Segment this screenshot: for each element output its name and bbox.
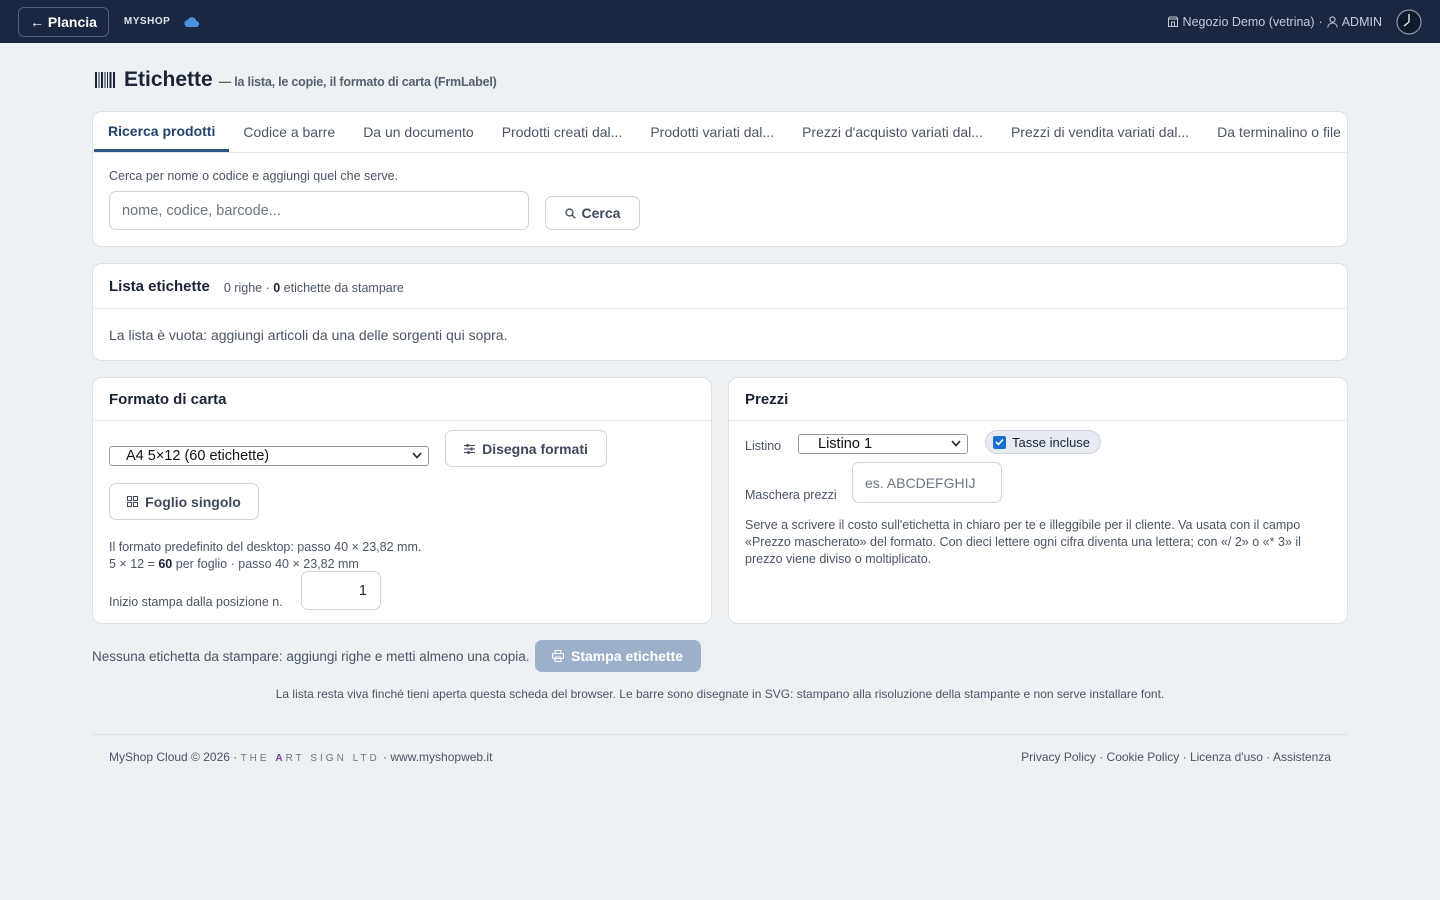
label-list-title: Lista etichette <box>109 277 210 295</box>
search-hint: Cerca per nome o codice e aggiungi quel … <box>109 169 399 183</box>
sliders-icon <box>464 443 476 454</box>
paper-format-header: Formato di carta <box>93 378 711 421</box>
barcode-icon <box>95 72 115 88</box>
page-subtitle: — la lista, le copie, il formato di cart… <box>218 75 497 89</box>
footer-links: Privacy Policy · Cookie Policy · Licenza… <box>1021 749 1331 764</box>
single-sheet-button[interactable]: Foglio singolo <box>109 483 259 520</box>
price-mask-input[interactable]: es. ABCDEFGHIJ <box>852 462 1002 503</box>
tab-prezzi-vendita-variati[interactable]: Prezzi di vendita variati dal... <box>997 112 1203 152</box>
tab-ricerca-prodotti[interactable]: Ricerca prodotti <box>94 112 230 152</box>
user-icon <box>1327 15 1338 28</box>
paper-format-select[interactable]: A4 5×12 (60 etichette) <box>109 446 429 466</box>
footer: MyShop Cloud © 2026 · THE ART SIGN LTD ·… <box>92 734 1348 778</box>
back-to-dashboard-button[interactable]: ← Plancia <box>18 6 109 37</box>
cloud-icon <box>184 16 200 28</box>
print-row: Nessuna etichetta da stampare: aggiungi … <box>92 640 701 672</box>
price-mask-label: Maschera prezzi <box>745 488 837 502</box>
paper-format-title: Formato di carta <box>109 390 227 408</box>
support-link[interactable]: Assistenza <box>1273 750 1331 764</box>
tab-prezzi-acquisto-variati[interactable]: Prezzi d'acquisto variati dal... <box>788 112 997 152</box>
product-search-card: Ricerca prodotti Codice a barre Da un do… <box>92 111 1348 247</box>
chevron-down-icon <box>412 452 422 459</box>
prices-card: Prezzi Listino Listino 1 Tasse incluse M… <box>728 377 1348 624</box>
listino-label: Listino <box>745 439 782 453</box>
tab-prodotti-creati[interactable]: Prodotti creati dal... <box>488 112 637 152</box>
grid-icon <box>127 496 139 507</box>
tab-codice-a-barre[interactable]: Codice a barre <box>229 112 349 152</box>
label-list-empty-message: La lista è vuota: aggiungi articoli da u… <box>109 327 508 343</box>
search-button-label: Cerca <box>581 205 621 221</box>
draw-formats-button[interactable]: Disegna formati <box>445 430 607 467</box>
user-name[interactable]: ADMIN <box>1342 15 1382 29</box>
search-input[interactable] <box>109 191 529 230</box>
info-note: La lista resta viva finché tieni aperta … <box>275 687 1165 701</box>
footer-site-link[interactable]: · www.myshopweb.it <box>380 750 492 764</box>
print-labels-button[interactable]: Stampa etichette <box>534 640 701 672</box>
paper-format-card: Formato di carta A4 5×12 (60 etichette) … <box>92 377 712 624</box>
tab-da-documento[interactable]: Da un documento <box>349 112 488 152</box>
footer-left: MyShop Cloud © 2026 · THE ART SIGN LTD ·… <box>109 749 493 764</box>
start-position-input[interactable]: 1 <box>301 571 381 610</box>
license-link[interactable]: Licenza d'uso <box>1190 750 1263 764</box>
clock-icon[interactable] <box>1396 8 1422 35</box>
search-icon <box>564 207 576 219</box>
start-position-label: Inizio stampa dalla posizione n. <box>109 595 283 609</box>
paper-format-description: Il formato predefinito del desktop: pass… <box>109 540 422 571</box>
taxes-included-toggle[interactable]: Tasse incluse <box>985 430 1102 454</box>
store-icon <box>1167 16 1179 28</box>
price-mask-description: Serve a scrivere il costo sull'etichetta… <box>745 518 1301 566</box>
source-tabs: Ricerca prodotti Codice a barre Da un do… <box>93 112 1347 153</box>
page-header: Etichette — la lista, le copie, il forma… <box>95 68 497 92</box>
tab-terminalino-file[interactable]: Da terminalino o file <box>1203 112 1355 152</box>
chevron-down-icon <box>951 440 961 447</box>
cookie-policy-link[interactable]: Cookie Policy <box>1107 750 1180 764</box>
store-name[interactable]: Negozio Demo (vetrina) <box>1183 15 1315 29</box>
printer-icon <box>552 650 564 662</box>
label-list-header: Lista etichette 0 righe · 0 etichette da… <box>93 264 1347 309</box>
top-bar: ← Plancia MYSHOP Negozio Demo (vetrina) … <box>0 0 1440 43</box>
tab-prodotti-variati[interactable]: Prodotti variati dal... <box>636 112 788 152</box>
prices-title: Prezzi <box>745 390 789 408</box>
listino-select[interactable]: Listino 1 <box>798 434 968 454</box>
privacy-policy-link[interactable]: Privacy Policy <box>1021 750 1096 764</box>
print-status-message: Nessuna etichetta da stampare: aggiungi … <box>92 648 530 664</box>
page-title: Etichette <box>124 68 213 91</box>
brand-name: MYSHOP <box>123 16 171 27</box>
user-info: Negozio Demo (vetrina) · ADMIN <box>1167 0 1422 43</box>
prices-header: Prezzi <box>729 378 1347 421</box>
check-icon[interactable] <box>993 435 1006 449</box>
label-list-count: 0 righe · 0 etichette da stampare <box>223 280 404 295</box>
label-list-card: Lista etichette 0 righe · 0 etichette da… <box>92 263 1348 361</box>
company-logo-mark: A <box>275 752 286 764</box>
search-button[interactable]: Cerca <box>545 196 640 230</box>
